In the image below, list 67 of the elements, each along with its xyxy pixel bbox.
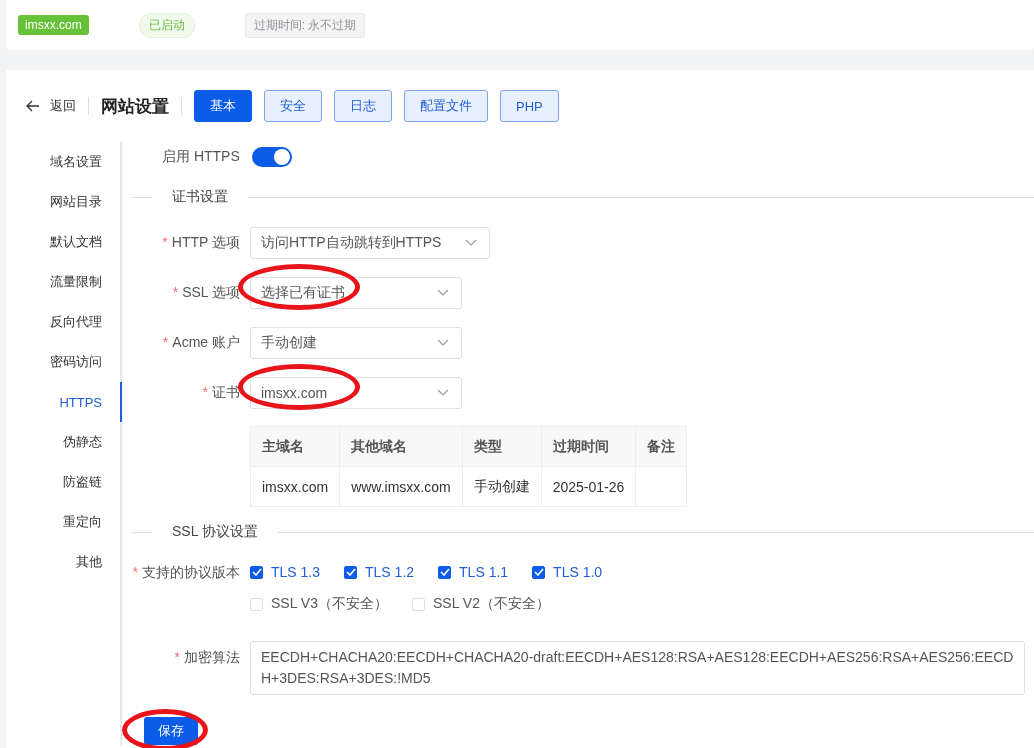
protocol-checkbox[interactable]: TLS 1.0	[532, 561, 603, 583]
field-label: 加密算法	[184, 649, 240, 665]
sidebar-item[interactable]: 网站目录	[8, 182, 122, 222]
sidebar-item[interactable]: 其他	[8, 542, 122, 582]
sidebar-item[interactable]: 域名设置	[8, 142, 122, 182]
select-field[interactable]: imsxx.com	[250, 377, 462, 409]
required-mark: *	[132, 564, 138, 580]
field-label: 证书	[212, 384, 240, 400]
sidebar-item[interactable]: 流量限制	[8, 262, 122, 302]
field-label: 支持的协议版本	[142, 564, 240, 580]
select-field[interactable]: 访问HTTP自动跳转到HTTPS	[250, 227, 490, 259]
column-header: 主域名	[250, 426, 340, 467]
select-field[interactable]: 手动创建	[250, 327, 462, 359]
column-header: 过期时间	[541, 426, 636, 467]
sidebar-item[interactable]: 伪静态	[8, 422, 122, 462]
save-button[interactable]: 保存	[144, 717, 198, 745]
chevron-down-icon	[437, 289, 449, 297]
check-icon	[345, 568, 356, 576]
protocol-checkbox[interactable]: SSL V2（不安全）	[411, 593, 550, 615]
tab[interactable]: 基本	[194, 90, 252, 122]
sidebar-item[interactable]: 重定向	[8, 502, 122, 542]
chevron-down-icon	[465, 239, 477, 247]
tab[interactable]: 日志	[334, 90, 392, 122]
field-label: Acme 账户	[172, 334, 240, 350]
back-link[interactable]: 返回	[26, 97, 76, 115]
table-cell: www.imsxx.com	[339, 466, 463, 507]
arrow-left-icon	[26, 100, 40, 112]
tab[interactable]: PHP	[500, 90, 559, 122]
status-tag: 已启动	[138, 12, 195, 38]
section-title: SSL 协议设置	[171, 523, 259, 541]
required-mark: *	[162, 334, 169, 350]
check-icon	[439, 568, 450, 576]
protocol-checkbox[interactable]: TLS 1.2	[344, 561, 415, 583]
table-cell: 手动创建	[462, 466, 542, 507]
field-label: SSL 选项	[182, 284, 240, 300]
page-title: 网站设置	[101, 95, 169, 118]
required-mark: *	[162, 234, 168, 250]
column-header: 类型	[462, 426, 542, 467]
check-icon	[533, 568, 544, 576]
protocol-checkbox[interactable]: TLS 1.3	[250, 561, 321, 583]
sidebar-item[interactable]: HTTPS	[8, 382, 122, 422]
chevron-down-icon	[437, 339, 449, 347]
expiry-tag: 过期时间: 永不过期	[244, 12, 366, 38]
column-header: 其他域名	[339, 426, 463, 467]
cipher-textarea[interactable]: EECDH+CHACHA20:EECDH+CHACHA20-draft:EECDH+AES128:RSA+AES128:EECDH+AES256:RSA+AES256:EECDH+3DES:RSA+3DES:!MD5	[250, 641, 1025, 695]
tab[interactable]: 安全	[264, 90, 322, 122]
check-icon	[251, 568, 262, 576]
section-title: 证书设置	[171, 188, 229, 206]
chevron-down-icon	[437, 389, 449, 397]
tab[interactable]: 配置文件	[404, 90, 488, 122]
table-cell: 2025-01-26	[541, 466, 636, 507]
required-mark: *	[172, 284, 179, 300]
protocol-checkbox[interactable]: SSL V3（不安全）	[250, 593, 388, 615]
domain-tag: imsxx.com	[18, 15, 89, 35]
select-field[interactable]: 选择已有证书	[250, 277, 462, 309]
https-switch[interactable]	[251, 147, 292, 167]
required-mark: *	[174, 649, 180, 665]
sidebar-item[interactable]: 防盗链	[8, 462, 122, 502]
required-mark: *	[202, 384, 208, 400]
table-cell: imsxx.com	[250, 466, 340, 507]
sidebar-item[interactable]: 反向代理	[8, 302, 122, 342]
sidebar-item[interactable]: 默认文档	[8, 222, 122, 262]
protocol-checkbox[interactable]: TLS 1.1	[438, 561, 509, 583]
column-header: 备注	[635, 426, 687, 467]
sidebar-item[interactable]: 密码访问	[8, 342, 122, 382]
field-label: HTTP 选项	[171, 234, 240, 250]
toggle-label: 启用 HTTPS	[162, 148, 240, 166]
